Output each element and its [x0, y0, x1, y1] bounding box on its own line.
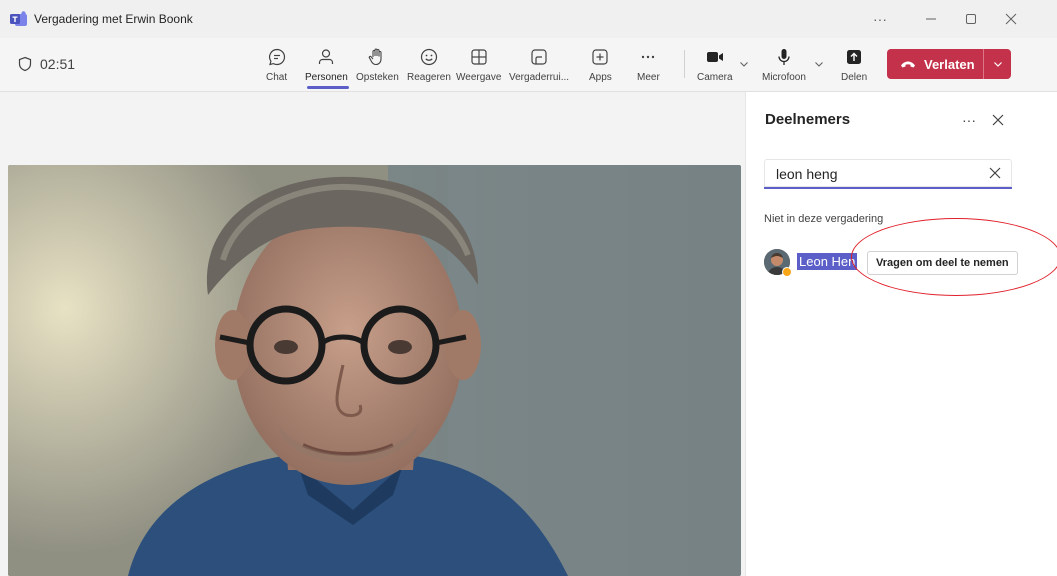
breakout-rooms-icon [531, 49, 547, 65]
panel-close-icon[interactable] [987, 109, 1009, 131]
maximize-icon[interactable] [957, 8, 985, 30]
share-screen-icon [847, 50, 862, 64]
ask-to-join-button[interactable]: Vragen om deel te nemen [867, 251, 1018, 275]
video-frame-image [8, 165, 741, 576]
chevron-down-icon [993, 62, 1002, 67]
view-button[interactable]: Weergave [456, 44, 501, 90]
chat-button[interactable]: Chat [266, 44, 287, 90]
camera-icon [706, 52, 723, 62]
microphone-button[interactable]: Microfoon [762, 44, 806, 90]
more-label: Meer [637, 72, 660, 83]
leave-options-button[interactable] [984, 58, 1011, 70]
breakout-rooms-button[interactable]: Vergaderrui... [509, 44, 569, 90]
camera-options-chevron-icon[interactable] [738, 58, 750, 70]
apps-button[interactable]: Apps [589, 44, 612, 90]
grid-view-icon [471, 49, 487, 65]
leave-label: Verlaten [924, 56, 975, 72]
smiley-icon [420, 48, 438, 66]
share-button[interactable]: Delen [841, 44, 867, 90]
panel-more-icon[interactable]: ··· [958, 109, 980, 131]
shield-icon [18, 56, 32, 72]
hang-up-icon [901, 61, 915, 68]
participant-video [8, 165, 741, 576]
meeting-timer: 02:51 [18, 56, 75, 72]
participants-panel: Deelnemers ··· leon heng Niet in deze ve… [745, 92, 1057, 576]
toolbar-divider [684, 50, 685, 78]
camera-label: Camera [697, 72, 733, 83]
participant-row[interactable]: Leon Hen Vragen om deel te nemen [764, 247, 1044, 277]
teams-logo-icon [10, 11, 27, 26]
participant-name: Leon Hen [797, 253, 858, 270]
microphone-label: Microfoon [762, 72, 806, 83]
presence-away-icon [782, 267, 792, 277]
title-bar: Vergadering met Erwin Boonk ··· [0, 0, 1057, 38]
raise-hand-button[interactable]: Opsteken [356, 44, 399, 90]
add-app-icon [592, 49, 608, 65]
panel-title: Deelnemers [765, 111, 851, 128]
more-options-icon[interactable]: ··· [866, 8, 894, 30]
minimize-icon[interactable] [917, 8, 945, 30]
chat-label: Chat [266, 72, 288, 83]
share-label: Delen [841, 72, 868, 83]
leave-main[interactable]: Verlaten [887, 49, 983, 79]
window-title: Vergadering met Erwin Boonk [34, 12, 193, 26]
camera-button[interactable]: Camera [697, 44, 733, 90]
microphone-options-chevron-icon[interactable] [813, 58, 825, 70]
view-label: Weergave [456, 72, 502, 83]
clear-search-icon[interactable] [986, 164, 1004, 182]
participant-search-input[interactable]: leon heng [764, 159, 1012, 189]
breakout-rooms-label: Vergaderrui... [509, 72, 570, 83]
people-label: Personen [305, 72, 348, 83]
timer-text: 02:51 [40, 56, 76, 72]
active-tab-indicator [307, 86, 349, 89]
raise-hand-icon [369, 48, 382, 66]
chat-icon [268, 48, 285, 66]
react-button[interactable]: Reageren [407, 44, 451, 90]
people-button[interactable]: Personen [305, 44, 348, 90]
not-in-meeting-label: Niet in deze vergadering [764, 213, 884, 225]
people-icon [319, 49, 334, 64]
raise-hand-label: Opsteken [356, 72, 399, 83]
more-button[interactable]: Meer [637, 44, 660, 90]
react-label: Reageren [407, 72, 451, 83]
microphone-icon [778, 49, 790, 65]
apps-label: Apps [589, 72, 612, 83]
more-horizontal-icon [642, 55, 655, 59]
leave-button[interactable]: Verlaten [887, 49, 1011, 79]
search-value: leon heng [776, 166, 838, 182]
close-icon[interactable] [997, 8, 1025, 30]
